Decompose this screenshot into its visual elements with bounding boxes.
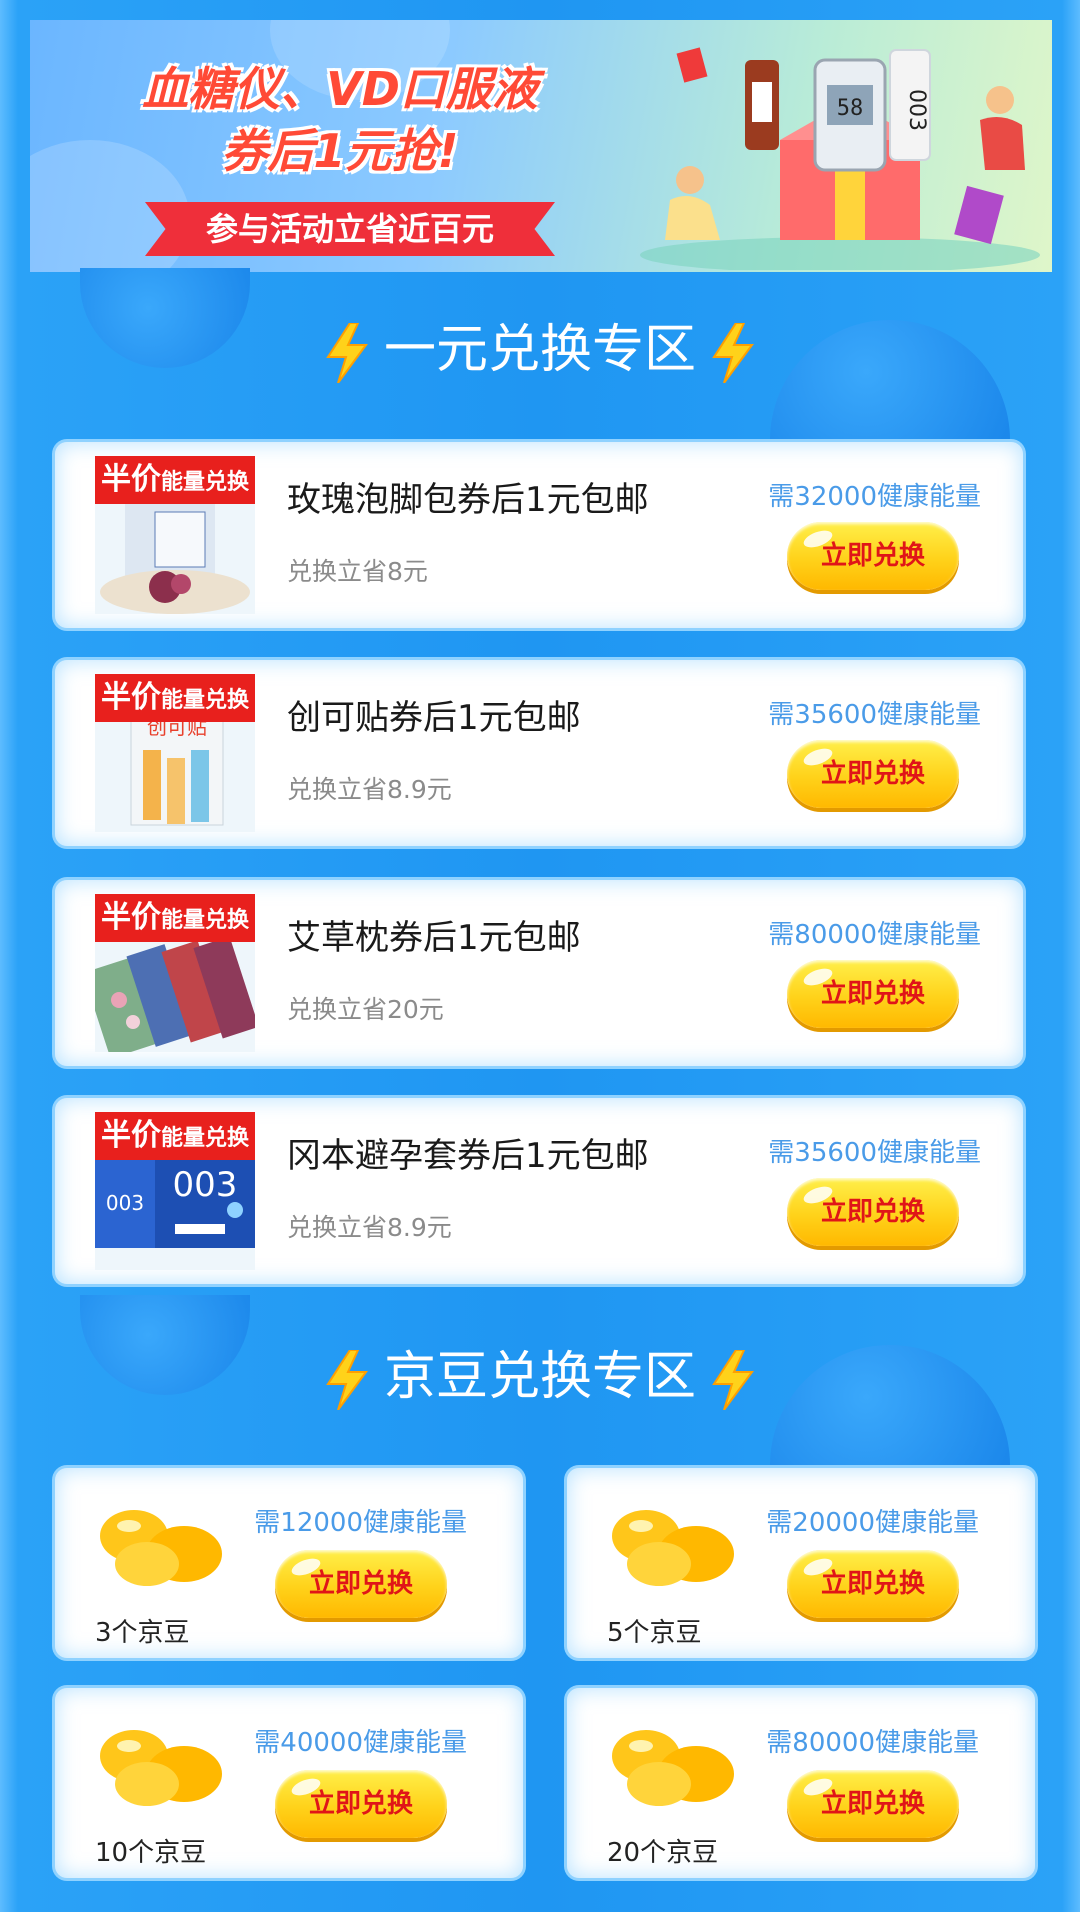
energy-required: 需40000健康能量 bbox=[254, 1728, 467, 1758]
product-image: 半价能量兑换 bbox=[95, 894, 255, 1052]
product-savings: 兑换立省8.9元 bbox=[287, 1213, 452, 1242]
product-card[interactable]: 半价能量兑换 玫瑰泡脚包券后1元包邮 兑换立省8元 需32000健康能量 立即兑… bbox=[55, 442, 1023, 628]
energy-required: 需32000健康能量 bbox=[768, 482, 981, 512]
svg-text:003: 003 bbox=[173, 1165, 238, 1205]
jd-bean-icon bbox=[100, 1510, 222, 1586]
half-price-tag: 半价能量兑换 bbox=[95, 894, 255, 942]
bean-count: 3个京豆 bbox=[95, 1618, 190, 1648]
lightning-icon bbox=[712, 1350, 754, 1410]
banner-ribbon: 参与活动立省近百元 bbox=[145, 202, 555, 256]
jd-bean-icon bbox=[612, 1510, 734, 1586]
svg-text:58: 58 bbox=[837, 96, 864, 121]
lightning-icon bbox=[326, 323, 368, 383]
product-savings: 兑换立省20元 bbox=[287, 995, 444, 1024]
energy-required: 需35600健康能量 bbox=[768, 700, 981, 730]
energy-required: 需80000健康能量 bbox=[766, 1728, 979, 1758]
section-title-text: 京豆兑换专区 bbox=[383, 1347, 696, 1407]
product-name: 玫瑰泡脚包券后1元包邮 bbox=[287, 480, 649, 520]
redeem-button[interactable]: 立即兑换 bbox=[787, 960, 959, 1028]
redeem-button[interactable]: 立即兑换 bbox=[275, 1550, 447, 1618]
bean-card[interactable]: 10个京豆 需40000健康能量 立即兑换 bbox=[55, 1688, 523, 1878]
redeem-button[interactable]: 立即兑换 bbox=[787, 1550, 959, 1618]
half-price-tag: 半价能量兑换 bbox=[95, 456, 255, 504]
half-price-tag: 半价能量兑换 bbox=[95, 674, 255, 722]
gift-box-illustration: 58 003 bbox=[640, 47, 1040, 270]
product-image: 创可贴 半价能量兑换 bbox=[95, 674, 255, 832]
section-title-text: 一元兑换专区 bbox=[383, 320, 696, 380]
section-title-one-yuan: 一元兑换专区 bbox=[0, 305, 1080, 395]
lightning-icon bbox=[326, 1350, 368, 1410]
rose-foot-bath-image bbox=[100, 502, 250, 614]
bean-card[interactable]: 5个京豆 需20000健康能量 立即兑换 bbox=[567, 1468, 1035, 1658]
energy-required: 需20000健康能量 bbox=[766, 1508, 979, 1538]
bean-count: 5个京豆 bbox=[607, 1618, 702, 1648]
redeem-button[interactable]: 立即兑换 bbox=[787, 740, 959, 808]
product-name: 创可贴券后1元包邮 bbox=[287, 698, 581, 738]
redeem-button[interactable]: 立即兑换 bbox=[275, 1770, 447, 1838]
product-name: 冈本避孕套券后1元包邮 bbox=[287, 1136, 649, 1176]
redeem-button[interactable]: 立即兑换 bbox=[787, 1770, 959, 1838]
banner-title: 血糖仪、VD口服液 券后1元抢! bbox=[110, 58, 570, 182]
bean-card[interactable]: 3个京豆 需12000健康能量 立即兑换 bbox=[55, 1468, 523, 1658]
product-card[interactable]: 创可贴 半价能量兑换 创可贴券后1元包邮 兑换立省8.9元 需35600健康能量… bbox=[55, 660, 1023, 846]
product-image: 003 003 半价能量兑换 bbox=[95, 1112, 255, 1270]
redeem-button[interactable]: 立即兑换 bbox=[787, 1178, 959, 1246]
svg-text:003: 003 bbox=[106, 1191, 144, 1215]
banner-title-line2: 券后1元抢! bbox=[221, 124, 459, 178]
product-card[interactable]: 003 003 半价能量兑换 冈本避孕套券后1元包邮 兑换立省8.9元 需356… bbox=[55, 1098, 1023, 1284]
banner-title-line1: 血糖仪、VD口服液 bbox=[142, 62, 538, 116]
bean-count: 10个京豆 bbox=[95, 1838, 207, 1868]
product-savings: 兑换立省8元 bbox=[287, 557, 428, 586]
jd-bean-icon bbox=[612, 1730, 734, 1806]
promo-banner[interactable]: 血糖仪、VD口服液 券后1元抢! 参与活动立省近百元 58 003 bbox=[30, 20, 1052, 272]
svg-text:003: 003 bbox=[904, 89, 929, 131]
product-image: 半价能量兑换 bbox=[95, 456, 255, 614]
product-name: 艾草枕券后1元包邮 bbox=[287, 918, 581, 958]
product-savings: 兑换立省8.9元 bbox=[287, 775, 452, 804]
bean-card[interactable]: 20个京豆 需80000健康能量 立即兑换 bbox=[567, 1688, 1035, 1878]
jd-bean-icon bbox=[100, 1730, 222, 1806]
product-card[interactable]: 半价能量兑换 艾草枕券后1元包邮 兑换立省20元 需80000健康能量 立即兑换 bbox=[55, 880, 1023, 1066]
bean-count: 20个京豆 bbox=[607, 1838, 719, 1868]
energy-required: 需12000健康能量 bbox=[254, 1508, 467, 1538]
bandage-box-image: 创可贴 bbox=[130, 710, 224, 826]
half-price-tag: 半价能量兑换 bbox=[95, 1112, 255, 1160]
redeem-button[interactable]: 立即兑换 bbox=[787, 522, 959, 590]
energy-required: 需80000健康能量 bbox=[768, 920, 981, 950]
section-title-jd-beans: 京豆兑换专区 bbox=[0, 1332, 1080, 1422]
lightning-icon bbox=[712, 323, 754, 383]
energy-required: 需35600健康能量 bbox=[768, 1138, 981, 1168]
condom-box-image: 003 003 bbox=[95, 1148, 255, 1248]
mugwort-pillow-image bbox=[95, 936, 255, 1052]
